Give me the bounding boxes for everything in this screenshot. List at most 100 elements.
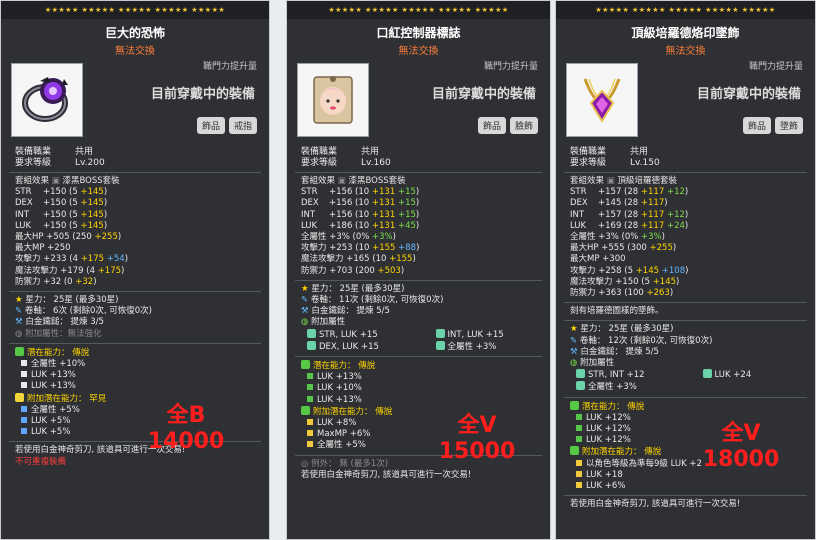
divider	[295, 356, 542, 358]
hammer-row: ⚒ 白金鐵鎚： 提煉 5/5	[301, 306, 390, 317]
star-force-row: ★ 星力： 25星 (最多30星)	[301, 283, 405, 294]
item-description: 刻有培羅德圖樣的墜飾。	[570, 306, 664, 317]
stat-row: DEX +150 (5 +145)	[15, 198, 108, 209]
divider	[564, 172, 807, 173]
potential-title: 潛在能力： 傳說	[556, 400, 815, 413]
trade-note: 若使用白金神奇剪刀, 該道具可進行一次交易!	[570, 499, 741, 510]
item-icon-face	[297, 63, 369, 137]
trade-status: 無法交換	[665, 46, 706, 57]
pendant-icon	[583, 78, 621, 123]
potential-line: LUK +13%	[1, 370, 269, 381]
trade-status: 無法交換	[398, 46, 439, 57]
hammer-row: ⚒ 白金鐵鎚： 提煉 3/5	[15, 317, 104, 328]
item-title: 口紅控制器標誌	[376, 26, 461, 40]
job-row: 裝備職業 共用	[15, 147, 94, 157]
additional-option-title: ◍ 附加屬性	[301, 317, 346, 328]
magic-attack-row: 魔法攻擊力 +179 (4 +175)	[15, 265, 125, 276]
stat-row: STR +156 (10 +131 +15)	[301, 187, 420, 198]
stat-list: STR +150 (5 +145) DEX +150 (5 +145) INT +15…	[1, 187, 269, 288]
power-gain-label: 職門力提升量	[202, 62, 257, 72]
equipped-status: 目前穿戴中的裝備	[696, 87, 801, 102]
additional-option-title: ◍ 附加屬性	[570, 358, 615, 369]
set-effect: 套組效果 ▣ 漆黑BOSS套裝	[301, 176, 406, 186]
trade-note: 若使用白金神奇剪刀, 該道具可進行一次交易!	[301, 469, 472, 480]
divider	[564, 495, 807, 497]
divider	[564, 320, 807, 322]
divider	[564, 302, 807, 304]
bonus-potential-line: LUK +6%	[556, 481, 815, 492]
item-icon-ring	[11, 63, 83, 137]
divider	[295, 279, 542, 281]
job-row: 裝備職業 共用	[301, 147, 380, 157]
divider	[9, 342, 261, 344]
attack-row: 攻擊力 +253 (10 +155 +88)	[301, 243, 420, 254]
level-row: 要求等級 Lv.160	[301, 158, 391, 168]
item-tooltip-panel: ★★★★★ ★★★★★ ★★★★★ ★★★★★ ★★★★★ 巨大的恐怖 無法交換…	[0, 0, 270, 540]
stat-row: DEX +156 (10 +131 +15)	[301, 198, 420, 209]
defense-row: 防禦力 +32 (0 +32)	[15, 276, 97, 287]
job-row: 裝備職業 共用	[570, 147, 649, 157]
potential-line: LUK +13%	[1, 381, 269, 392]
level-row: 要求等級 Lv.200	[15, 158, 105, 168]
set-effect: 套組效果 ▣ 頂級培羅德套裝	[570, 176, 677, 186]
star-force-row: ★ 星力： 25星 (最多30星)	[570, 324, 674, 335]
potential-line: LUK +13%	[287, 372, 550, 383]
category-tag: 飾品	[196, 117, 225, 134]
stat-row: LUK +169 (28 +117 +24)	[570, 220, 689, 231]
all-stat-row: 全屬性 +3% (0% +3%)	[570, 232, 665, 243]
hp-row: 最大HP +505 (250 +255)	[15, 232, 122, 243]
attack-row: 攻擊力 +258 (5 +145 +108)	[570, 265, 689, 276]
divider	[9, 172, 261, 173]
additional-option-line: STR, INT +12	[556, 369, 689, 381]
mp-row: 最大MP +250	[15, 243, 71, 254]
stat-row: INT +150 (5 +145)	[15, 209, 108, 220]
price-annotation: 全B 14000	[147, 403, 225, 454]
item-title: 頂級培羅德烙印墜飾	[631, 26, 740, 40]
stat-row: LUK +186 (10 +131 +45)	[301, 220, 420, 231]
stat-row: STR +157 (28 +117 +12)	[570, 187, 689, 198]
face-accessory-icon	[313, 76, 353, 124]
additional-option-row: ◍ 附加屬性：無法強化	[15, 328, 102, 339]
additional-option-line: DEX, LUK +15	[287, 340, 422, 353]
item-icon-pendant	[566, 63, 638, 137]
additional-option-grid: STR, LUK +15 INT, LUK +15	[287, 328, 550, 341]
defense-row: 防禦力 +703 (200 +503)	[301, 265, 405, 276]
equipped-status: 目前穿戴中的裝備	[150, 87, 255, 102]
scroll-row: ✎ 卷軸： 11次 (剩餘0次, 可恢復0次)	[301, 295, 444, 306]
additional-option-grid: STR, INT +12 LUK +24	[556, 369, 815, 381]
set-effect: 套組效果 ▣ 漆黑BOSS套裝	[15, 176, 120, 186]
divider	[564, 396, 807, 398]
defense-row: 防禦力 +363 (100 +263)	[570, 288, 674, 299]
hp-row: 最大HP +555 (300 +255)	[570, 243, 677, 254]
category-tag: 飾品	[742, 117, 771, 134]
potential-line: LUK +13%	[287, 395, 550, 406]
item-tooltip-panel: ★★★★★ ★★★★★ ★★★★★ ★★★★★ ★★★★★ 口紅控制器標誌 無法…	[286, 0, 551, 540]
attack-row: 攻擊力 +233 (4 +175 +54)	[15, 254, 129, 265]
star-force-row: ★ 星力： 25星 (最多30星)	[15, 295, 119, 306]
scroll-row: ✎ 卷軸： 6次 (剩餘0次, 可恢復0次)	[15, 306, 152, 317]
power-gain-label: 職門力提升量	[483, 62, 538, 72]
star-rating: ★★★★★ ★★★★★ ★★★★★ ★★★★★ ★★★★★	[556, 1, 815, 19]
additional-option-line: 全屬性 +3%	[422, 340, 551, 353]
additional-option-line: LUK +24	[689, 369, 816, 381]
stat-row: INT +156 (10 +131 +15)	[301, 209, 420, 220]
divider	[9, 291, 261, 293]
power-gain-label: 職門力提升量	[748, 62, 803, 72]
magic-attack-row: 魔法攻擊力 +165 (10 +155)	[301, 254, 416, 265]
additional-option-grid: DEX, LUK +15 全屬性 +3%	[287, 340, 551, 353]
additional-option-line: STR, LUK +15	[287, 328, 422, 341]
stat-list: STR +157 (28 +117 +12) DEX +145 (28 +117) …	[556, 187, 815, 299]
item-title: 巨大的恐怖	[104, 26, 165, 40]
type-tag: 戒指	[228, 117, 257, 134]
potential-title: 潛在能力： 傳說	[1, 346, 269, 359]
price-annotation: 全V 18000	[702, 421, 780, 472]
hammer-row: ⚒ 白金鐵鎚： 提煉 5/5	[570, 346, 659, 357]
divider	[295, 172, 542, 173]
magic-attack-row: 魔法攻擊力 +150 (5 +145)	[570, 276, 680, 287]
additional-option-line: 全屬性 +3%	[556, 381, 815, 393]
star-rating: ★★★★★ ★★★★★ ★★★★★ ★★★★★ ★★★★★	[287, 1, 550, 19]
unique-equip-warning: 不可重複裝備	[15, 456, 67, 467]
stat-row: STR +150 (5 +145)	[15, 187, 108, 198]
scroll-row: ✎ 卷軸： 12次 (剩餘0次, 可恢復0次)	[570, 335, 713, 346]
trade-status: 無法交換	[115, 46, 155, 57]
